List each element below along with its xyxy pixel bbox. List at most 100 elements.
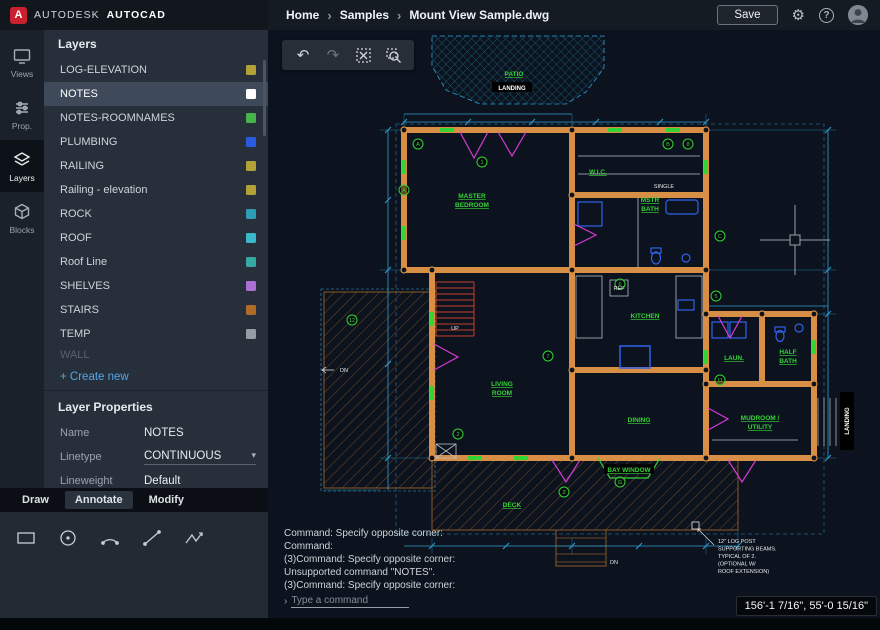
drawing-canvas[interactable]: A 1 B 8 A C 6 7 11 G 2 12 5 3 PATIO LAND… (268, 30, 880, 630)
room-label-laundry: LAUN. (724, 355, 744, 362)
layer-prop-linetype: Linetype CONTINUOUS ▾ (44, 445, 268, 469)
help-icon[interactable]: ? (819, 8, 834, 23)
marker-label: G (618, 480, 622, 486)
layer-color-swatch[interactable] (246, 185, 256, 195)
layer-row[interactable]: PLUMBING (44, 130, 268, 154)
layer-properties-title: Layer Properties (44, 393, 268, 421)
tool-polyline-button[interactable] (180, 524, 208, 552)
brand-autodesk: AUTODESK (34, 9, 100, 21)
layer-color-swatch[interactable] (246, 137, 256, 147)
rail-item-layers[interactable]: Layers (0, 140, 44, 192)
layer-color-swatch[interactable] (246, 257, 256, 267)
tool-arc-button[interactable] (96, 524, 124, 552)
room-label-mudroom: MUDROOM / (741, 415, 780, 422)
room-label-living: ROOM (492, 390, 512, 397)
canvas-toolbar: ↶ ↷ (282, 40, 414, 70)
layer-row-selected[interactable]: NOTES (44, 82, 268, 106)
room-label-patio: PATIO (505, 71, 524, 78)
layer-color-swatch[interactable] (246, 89, 256, 99)
layer-row[interactable]: Railing - elevation (44, 178, 268, 202)
layer-name: NOTES-ROOMNAMES (60, 112, 246, 124)
bottom-bar (0, 618, 880, 630)
tool-line-button[interactable] (138, 524, 166, 552)
settings-gear-icon[interactable]: ⚙ (792, 8, 805, 23)
layer-row[interactable]: ROOF (44, 226, 268, 250)
avatar-person-icon (848, 5, 868, 25)
scrollbar-thumb[interactable] (263, 60, 266, 136)
marker-label: 5 (714, 294, 717, 300)
layer-name: Railing - elevation (60, 184, 246, 196)
user-avatar[interactable] (848, 5, 868, 25)
command-input[interactable] (291, 595, 409, 608)
note-line: 12" LOG POST (718, 539, 756, 545)
command-history-line: (3)Command: Specify opposite corner: (284, 553, 455, 566)
layer-color-swatch[interactable] (246, 209, 256, 219)
marker-label: 3 (562, 490, 565, 496)
layer-prop-name: Name NOTES (44, 421, 268, 445)
tab-annotate[interactable]: Annotate (65, 491, 133, 509)
marker-label: 12 (349, 318, 355, 324)
marker-label: 1 (480, 160, 483, 166)
label-ref: REF (614, 286, 626, 292)
views-icon (12, 46, 32, 66)
prompt-caret-icon: › (284, 596, 287, 607)
breadcrumb-samples[interactable]: Samples (340, 8, 389, 22)
rail-item-views[interactable]: Views (0, 36, 44, 88)
layer-row[interactable]: RAILING (44, 154, 268, 178)
draw-tools-row (0, 512, 268, 618)
rail-item-properties[interactable]: Prop. (0, 88, 44, 140)
layer-row[interactable]: NOTES-ROOMNAMES (44, 106, 268, 130)
layer-row[interactable]: TEMP (44, 322, 268, 346)
rail-item-label: Layers (9, 173, 35, 183)
select-window-button[interactable] (350, 42, 376, 68)
layer-row[interactable]: Roof Line (44, 250, 268, 274)
room-label-mstr-bath: BATH (641, 206, 659, 213)
rail-item-label: Views (11, 69, 34, 79)
rectangle-icon (15, 527, 37, 549)
marker-label: 8 (686, 142, 689, 148)
tool-circle-button[interactable] (54, 524, 82, 552)
top-bar: A AUTODESK AUTOCAD Home › Samples › Moun… (0, 0, 880, 30)
layer-row[interactable]: STAIRS (44, 298, 268, 322)
layer-row[interactable]: LOG-ELEVATION (44, 58, 268, 82)
layer-row[interactable]: SHELVES (44, 274, 268, 298)
layer-name: PLUMBING (60, 136, 246, 148)
breadcrumb-filename: Mount View Sample.dwg (409, 8, 549, 22)
room-label-half-bath: HALF (779, 349, 796, 356)
layer-color-swatch[interactable] (246, 161, 256, 171)
rail-item-blocks[interactable]: Blocks (0, 192, 44, 244)
label-dn: DN (610, 560, 618, 566)
breadcrumb-home[interactable]: Home (286, 8, 319, 22)
note-line: (OPTIONAL W/ (718, 562, 756, 568)
layer-color-swatch[interactable] (246, 233, 256, 243)
redo-button[interactable]: ↷ (320, 42, 346, 68)
marker-label: C (718, 234, 722, 240)
layer-color-swatch[interactable] (246, 305, 256, 315)
room-label-dining: DINING (628, 417, 651, 424)
zoom-window-button[interactable] (380, 42, 406, 68)
layer-name: ROCK (60, 208, 246, 220)
tool-rectangle-button[interactable] (12, 524, 40, 552)
zoom-window-icon (385, 47, 402, 64)
layer-color-swatch[interactable] (246, 281, 256, 291)
note-line: SUPPORTING BEAMS. (718, 547, 777, 553)
tab-modify[interactable]: Modify (139, 491, 194, 509)
properties-sliders-icon (12, 98, 32, 118)
save-button[interactable]: Save (717, 5, 777, 25)
tab-draw[interactable]: Draw (12, 491, 59, 509)
field-label: Lineweight (60, 475, 144, 487)
layers-icon (12, 150, 32, 170)
layer-color-swatch[interactable] (246, 65, 256, 75)
layer-prop-lineweight: Lineweight Default (44, 469, 268, 493)
linetype-dropdown[interactable]: CONTINUOUS ▾ (144, 450, 256, 465)
label-up: UP (451, 326, 459, 332)
chevron-down-icon: ▾ (251, 450, 256, 461)
create-new-layer-button[interactable]: + Create new (44, 364, 268, 390)
layer-row[interactable]: ROCK (44, 202, 268, 226)
layer-row[interactable]: WALL (44, 346, 268, 364)
undo-button[interactable]: ↶ (290, 42, 316, 68)
layer-color-swatch[interactable] (246, 329, 256, 339)
layer-color-swatch[interactable] (246, 113, 256, 123)
room-label-mstr-bath: MSTR (641, 197, 660, 204)
marker-label: A (416, 142, 420, 148)
